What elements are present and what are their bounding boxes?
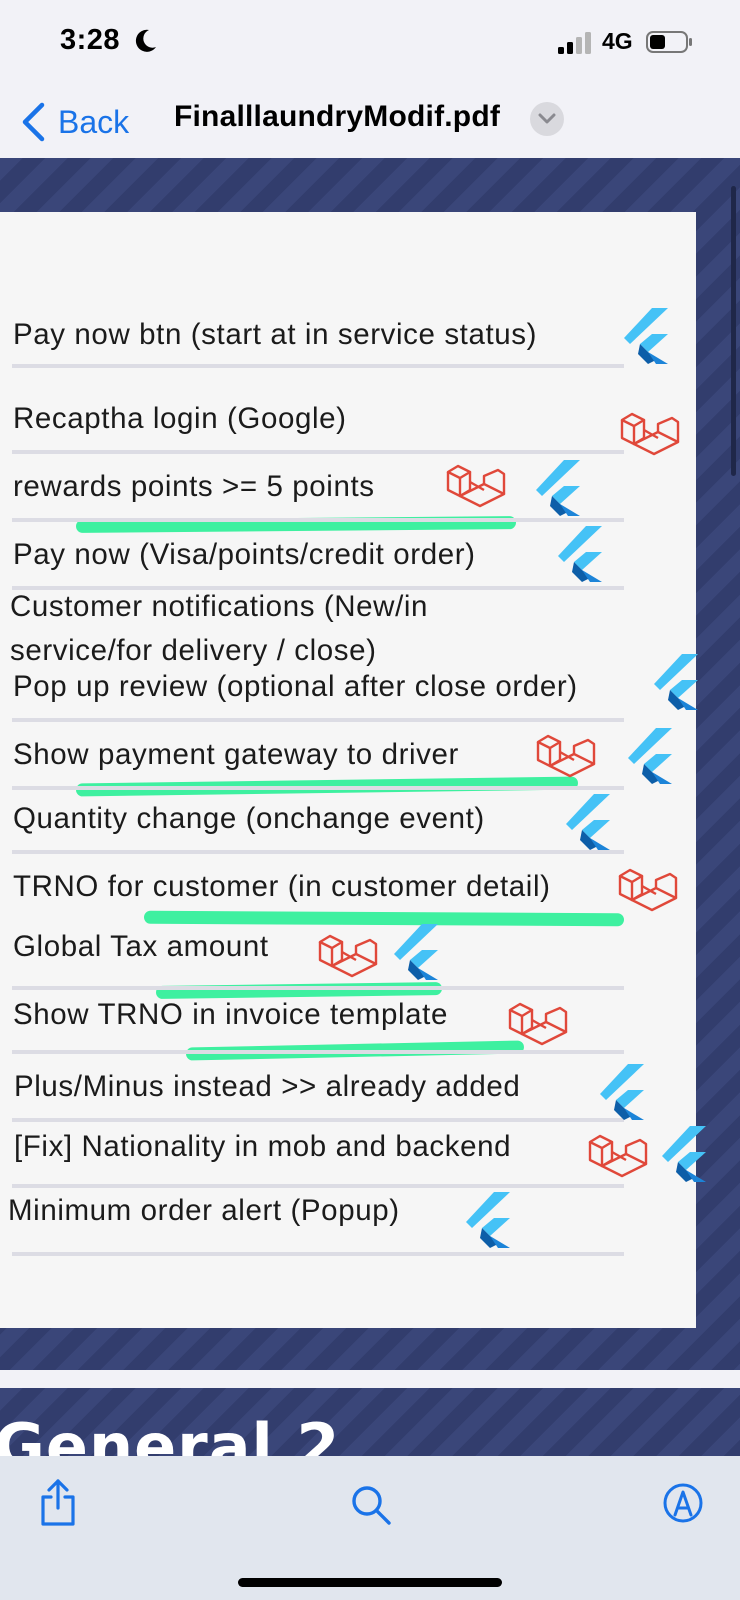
- flutter-logo-icon: [654, 654, 700, 710]
- list-item: Show TRNO in invoice template: [13, 998, 448, 1031]
- list-item: Recaptha login (Google): [13, 402, 347, 435]
- divider: [12, 1118, 624, 1122]
- chevron-left-icon: [22, 102, 45, 142]
- divider: [12, 450, 624, 454]
- laravel-logo-icon: [508, 1002, 570, 1046]
- divider: [12, 1252, 624, 1256]
- flutter-logo-icon: [466, 1192, 512, 1248]
- slide-gap: [0, 1370, 740, 1388]
- status-bar: 3:28 4G: [0, 0, 740, 86]
- divider: [12, 786, 624, 790]
- list-item: Plus/Minus instead >> already added: [14, 1070, 521, 1103]
- list-item: Pay now (Visa/points/credit order): [13, 538, 476, 571]
- laravel-logo-icon: [446, 464, 508, 508]
- list-item: Pay now btn (start at in service status): [13, 318, 538, 351]
- navigation-bar: Back FinalllaundryModif.pdf: [0, 86, 740, 158]
- divider: [12, 518, 624, 522]
- status-time: 3:28: [60, 24, 121, 56]
- markup-pen-icon[interactable]: [662, 1482, 704, 1524]
- list-item: Pop up review (optional after close orde…: [13, 670, 578, 703]
- title-menu-button[interactable]: [530, 102, 564, 136]
- list-item: Minimum order alert (Popup): [8, 1194, 400, 1227]
- list-item: Quantity change (onchange event): [13, 802, 485, 835]
- scrollbar[interactable]: [731, 186, 736, 476]
- divider: [12, 986, 624, 990]
- flutter-logo-icon: [628, 728, 674, 784]
- network-label: 4G: [602, 28, 633, 54]
- divider: [12, 718, 624, 722]
- list-item: Global Tax amount: [13, 930, 269, 963]
- flutter-logo-icon: [662, 1126, 708, 1182]
- divider: [12, 364, 624, 368]
- signal-icon: [558, 32, 591, 54]
- list-item-line: service/for delivery / close): [10, 634, 377, 667]
- share-icon[interactable]: [38, 1478, 78, 1528]
- laravel-logo-icon: [588, 1134, 650, 1178]
- battery-icon: [646, 31, 692, 53]
- laravel-logo-icon: [618, 868, 680, 912]
- list-item-line: Customer notifications (New/in: [10, 590, 429, 623]
- list-item: [Fix] Nationality in mob and backend: [14, 1130, 512, 1163]
- list-item: rewards points >= 5 points: [13, 470, 375, 503]
- divider: [12, 850, 624, 854]
- flutter-logo-icon: [558, 526, 604, 582]
- flutter-logo-icon: [624, 308, 670, 364]
- flutter-logo-icon: [536, 460, 582, 516]
- flutter-logo-icon: [394, 924, 440, 980]
- list-item: TRNO for customer (in customer detail): [13, 870, 551, 903]
- moon-icon: [135, 29, 156, 52]
- divider: [12, 1184, 624, 1188]
- back-button[interactable]: Back: [20, 98, 129, 146]
- laravel-logo-icon: [318, 934, 380, 978]
- flutter-logo-icon: [600, 1064, 646, 1120]
- list-item: Show payment gateway to driver: [13, 738, 459, 771]
- back-label: Back: [58, 103, 130, 140]
- document-title[interactable]: FinalllaundryModif.pdf: [174, 100, 500, 134]
- search-icon[interactable]: [350, 1484, 392, 1526]
- flutter-logo-icon: [566, 794, 612, 850]
- laravel-logo-icon: [536, 734, 598, 778]
- chevron-down-icon: [538, 113, 556, 124]
- highlight-mark: [143, 910, 625, 927]
- divider: [12, 1050, 624, 1054]
- home-indicator[interactable]: [238, 1578, 502, 1587]
- laravel-logo-icon: [620, 412, 682, 456]
